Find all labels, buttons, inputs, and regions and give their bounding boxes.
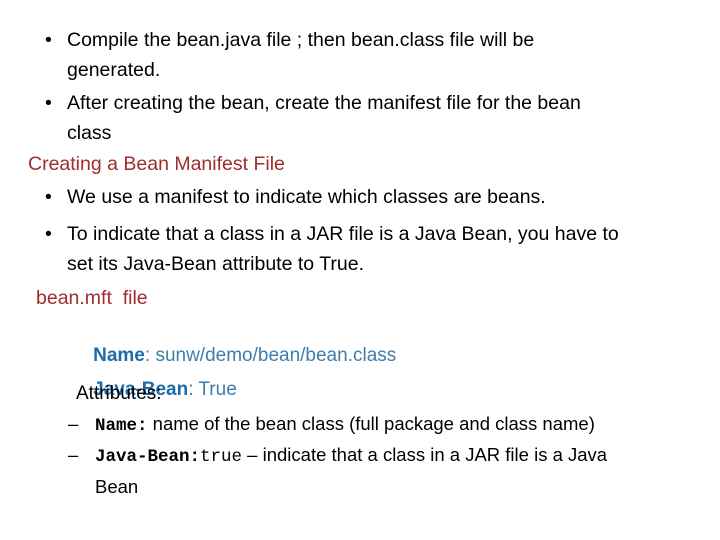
dash-bullet-icon: – [68, 444, 79, 465]
bullet-java-bean-attribute-line2: set its Java-Bean attribute to True. [67, 253, 364, 275]
heading-bean-mft-file: bean.mft file [36, 287, 148, 309]
bullet-dot-icon: • [45, 29, 52, 51]
sub-bullet-java-bean-code: Java-Bean: [95, 447, 201, 467]
manifest-java-bean-separator: : [188, 379, 199, 400]
bullet-manifest-indicate: • We use a manifest to indicate which cl… [28, 182, 696, 212]
bullet-after-creating-line1: After creating the bean, create the mani… [67, 92, 581, 114]
attributes-label: Attributes: [76, 383, 162, 404]
sub-bullet-name-code: Name: [95, 416, 148, 436]
sub-bullet-java-bean-description-cont: Bean [95, 476, 139, 497]
dash-bullet-icon: – [68, 413, 79, 434]
slide-canvas: • Compile the bean.java file ; then bean… [0, 0, 720, 540]
bullet-dot-icon: • [45, 186, 52, 208]
sub-bullet-java-bean-description: – indicate that a class in a JAR file is… [242, 444, 608, 465]
heading-creating-manifest: Creating a Bean Manifest File [28, 153, 285, 175]
bullet-java-bean-attribute-line1: To indicate that a class in a JAR file i… [67, 223, 619, 245]
manifest-java-bean-value: True [198, 379, 237, 400]
sub-bullet-java-bean-code-value: true [200, 447, 243, 467]
bullet-after-creating-line2: class [67, 122, 112, 144]
bullet-dot-icon: • [45, 223, 52, 245]
bullet-dot-icon: • [45, 92, 52, 114]
bullet-java-bean-attribute: • To indicate that a class in a JAR file… [28, 219, 696, 279]
sub-bullet-name-attribute: – Name: name of the bean class (full pac… [68, 409, 696, 441]
sub-bullet-java-bean-attribute: – Java-Bean:true – indicate that a class… [68, 440, 696, 501]
bullet-compile-line1: Compile the bean.java file ; then bean.c… [67, 29, 535, 51]
bullet-after-creating: • After creating the bean, create the ma… [28, 88, 696, 148]
bullet-compile-line2: generated. [67, 59, 161, 81]
sub-bullet-name-description: name of the bean class (full package and… [147, 413, 595, 434]
bullet-manifest-indicate-line1: We use a manifest to indicate which clas… [67, 186, 546, 208]
bullet-compile: • Compile the bean.java file ; then bean… [28, 25, 696, 85]
